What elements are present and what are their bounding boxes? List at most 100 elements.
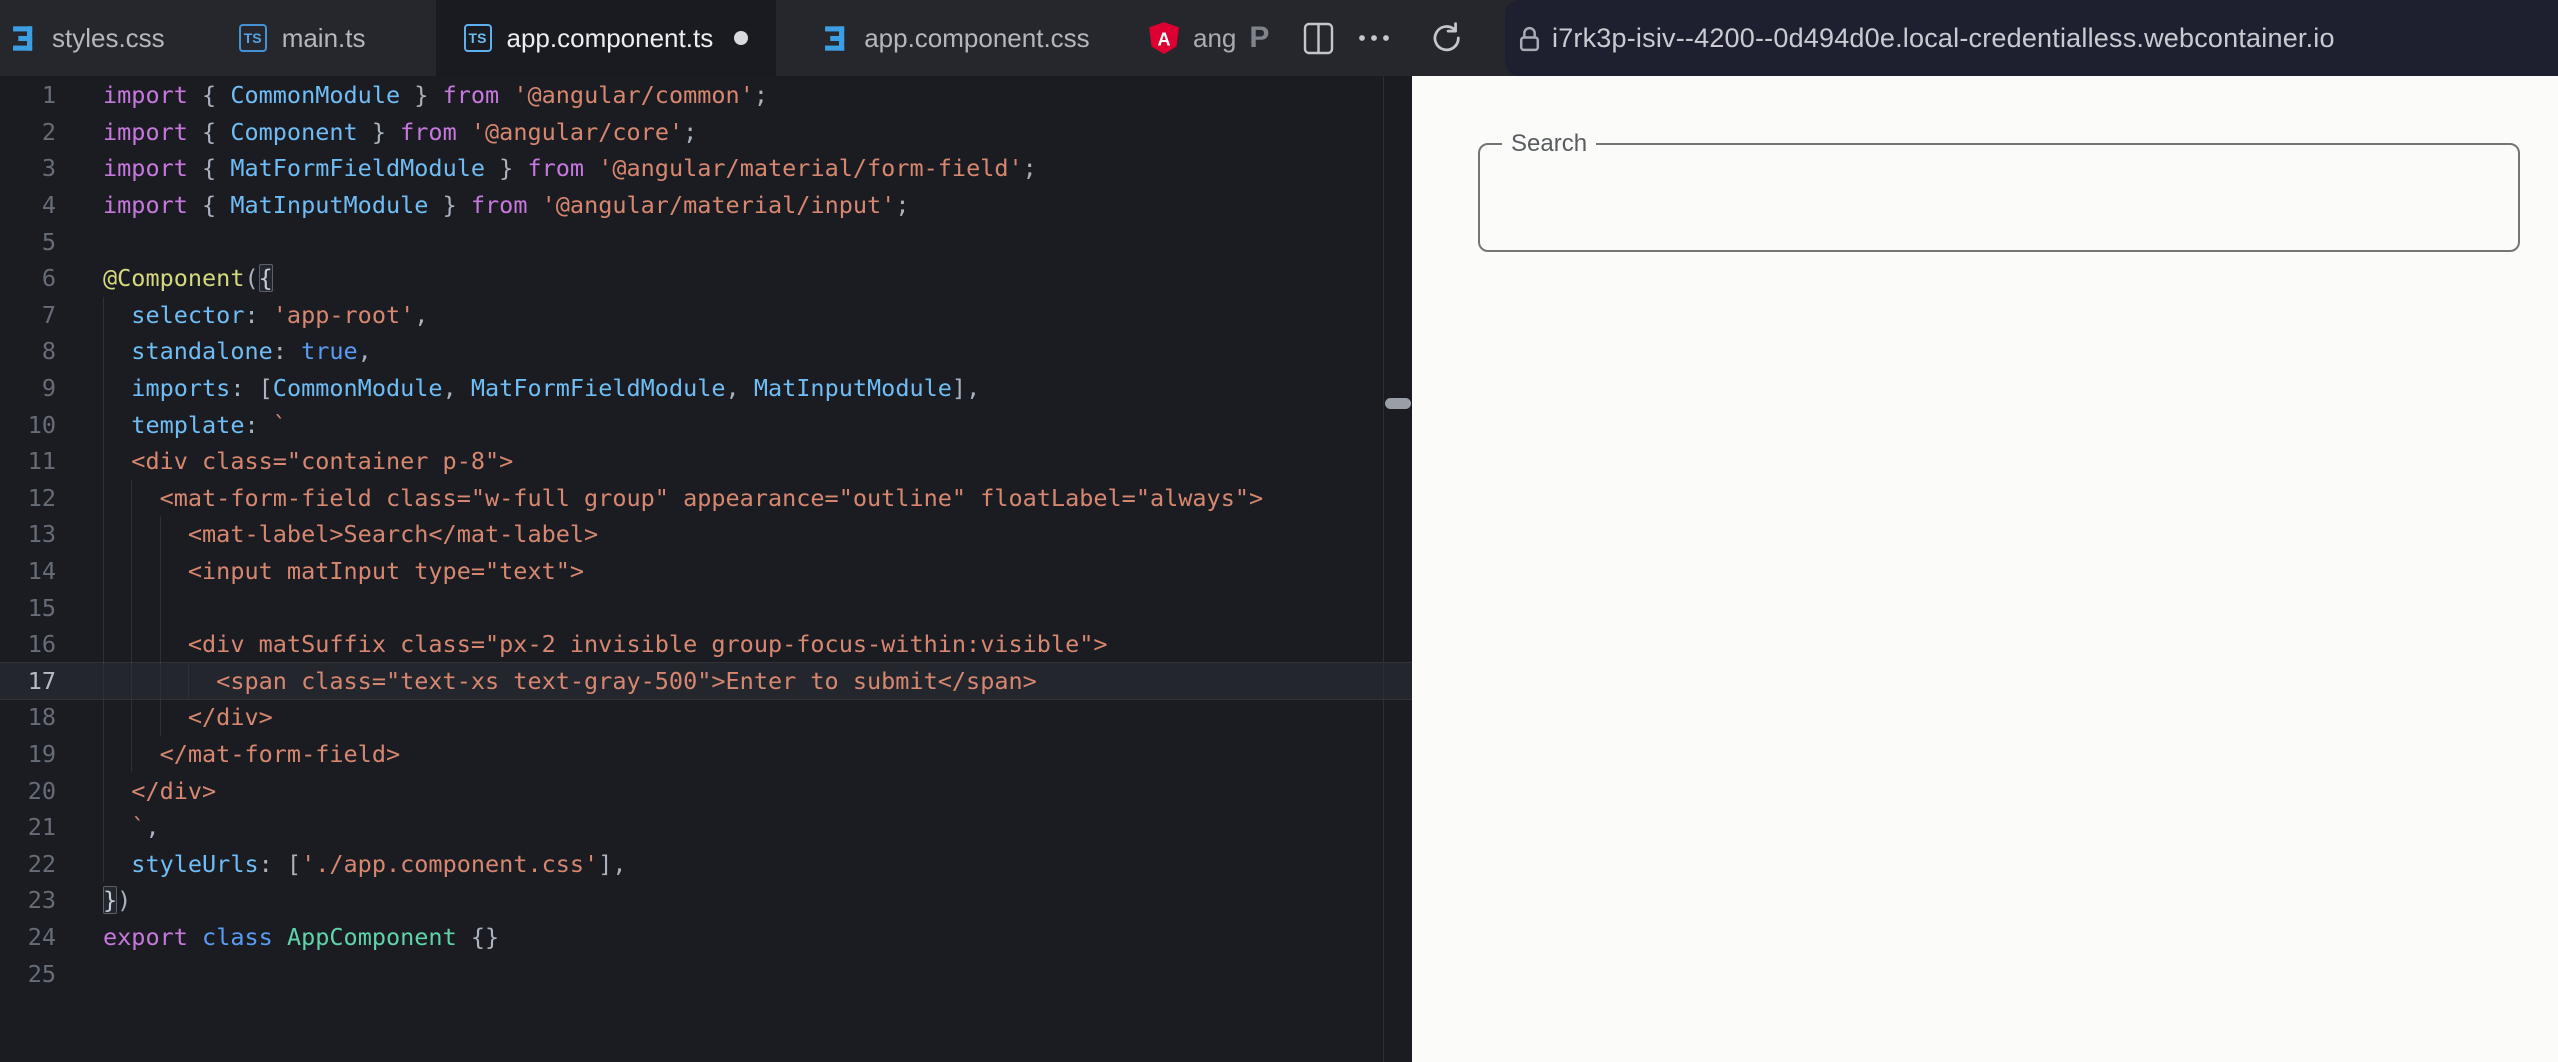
code-token: <mat-form-field class="w-full group" app… — [103, 483, 1264, 512]
code-token: import — [103, 191, 188, 220]
code-token: import — [103, 154, 188, 183]
tab-app.component.ts[interactable]: TS app.component.ts — [435, 0, 777, 76]
code-token: from — [527, 154, 585, 183]
split-view-icon — [1303, 21, 1334, 56]
code-token: ; — [753, 81, 769, 110]
typescript-icon: TS — [238, 24, 267, 52]
code-text: template: ` — [56, 411, 287, 439]
line-number: 13 — [27, 520, 56, 549]
code-line-19: 19 </mat-form-field> — [0, 735, 1412, 773]
project-area[interactable]: A ang P — [1148, 0, 1269, 76]
code-text: <mat-label>Search</mat-label> — [56, 520, 598, 548]
line-number: 4 — [41, 191, 56, 220]
line-number: 15 — [27, 593, 56, 622]
code-token: '@angular/material/form-field' — [598, 154, 1023, 183]
code-line-18: 18 </div> — [0, 699, 1412, 736]
code-line-21: 21 `, — [0, 808, 1412, 846]
code-text: `, — [56, 813, 160, 842]
tab-main.ts[interactable]: TS main.ts — [211, 0, 394, 76]
code-text: import { MatFormFieldModule } from '@ang… — [56, 154, 1037, 182]
code-line-16: 16 <div matSuffix class="px-2 invisible … — [0, 625, 1412, 663]
code-token: } — [103, 886, 118, 915]
code-text: import { MatInputModule } from '@angular… — [56, 191, 910, 219]
line-number: 12 — [27, 483, 56, 512]
code-line-22: 22 styleUrls: ['./app.component.css'], — [0, 845, 1412, 883]
code-token: : [ — [230, 374, 273, 403]
code-token: import — [103, 81, 188, 110]
code-token: <span class="text-xs text-gray-500">Ente… — [103, 666, 1037, 695]
code-token: ( — [244, 264, 259, 293]
code-token: CommonModule — [230, 81, 401, 110]
code-token: from — [442, 81, 500, 110]
line-number: 10 — [27, 410, 56, 439]
code-editor[interactable]: 1 import { CommonModule } from '@angular/… — [0, 76, 1412, 1062]
code-token: { — [187, 81, 231, 110]
refresh-button[interactable] — [1424, 0, 1468, 76]
search-input[interactable] — [1502, 159, 2500, 236]
line-number: 24 — [27, 922, 56, 951]
project-label: ang — [1193, 22, 1237, 53]
split-view-button[interactable] — [1296, 0, 1340, 76]
tab-label: main.ts — [281, 22, 366, 53]
code-token: styleUrls — [131, 849, 259, 878]
code-line-24: 24 export class AppComponent {} — [0, 919, 1412, 956]
tab-styles.css[interactable]: styles.css — [0, 0, 193, 76]
code-text: <mat-form-field class="w-full group" app… — [56, 483, 1264, 512]
code-token: Component — [230, 117, 358, 146]
code-line-1: 1 import { CommonModule } from '@angular/… — [0, 77, 1412, 114]
top-bar: styles.css TS main.ts TS app.component.ts app… — [0, 0, 2558, 76]
address-bar[interactable]: i7rk3p-isiv--4200--0d494d0e.local-creden… — [1505, 0, 2558, 76]
code-token: </mat-form-field> — [103, 739, 401, 768]
code-token: , — [145, 813, 160, 842]
code-line-23: 23}) — [0, 882, 1412, 919]
code-line-12: 12 <mat-form-field class="w-full group" … — [0, 479, 1412, 517]
code-token: <input matInput type="text"> — [103, 557, 585, 586]
css-icon — [822, 24, 849, 53]
code-text: </mat-form-field> — [56, 739, 401, 768]
code-token: { — [187, 117, 231, 146]
tab-label: app.component.ts — [506, 22, 714, 53]
code-token: from — [400, 117, 457, 146]
code-token: AppComponent — [286, 922, 457, 951]
code-text: import { CommonModule } from '@angular/c… — [56, 81, 768, 109]
overflow-menu-button[interactable] — [1352, 0, 1396, 76]
code-line-3: 3 import { MatFormFieldModule } from '@an… — [0, 150, 1412, 187]
svg-text:A: A — [1157, 29, 1170, 49]
unsaved-dot — [734, 31, 749, 45]
prettier-icon: P — [1249, 21, 1270, 54]
editor-scrollbar-track — [1383, 76, 1384, 1062]
code-token: , — [442, 374, 471, 403]
line-number: 5 — [41, 227, 56, 256]
code-token: { — [187, 191, 231, 220]
code-token: from — [470, 191, 528, 220]
pane-divider-handle[interactable] — [1385, 398, 1411, 409]
ellipsis-icon — [1356, 33, 1392, 43]
line-number: 11 — [27, 447, 56, 476]
code-token: <mat-label>Search</mat-label> — [103, 520, 599, 549]
angular-icon: A — [1148, 21, 1180, 55]
code-token: ) — [117, 886, 132, 915]
line-number: 25 — [27, 959, 56, 988]
line-number: 6 — [41, 264, 56, 293]
code-line-9: 9 imports: [CommonModule, MatFormFieldMo… — [0, 369, 1412, 407]
code-token: import — [103, 117, 188, 146]
code-token: template — [131, 410, 245, 439]
code-token: true — [301, 337, 358, 366]
line-number: 16 — [27, 630, 56, 659]
code-token: '@angular/common' — [513, 81, 754, 110]
code-token: ; — [1022, 154, 1037, 183]
code-token: : — [244, 300, 273, 329]
tab-app.component.css[interactable]: app.component.css — [794, 0, 1117, 76]
code-token: CommonModule — [272, 374, 443, 403]
code-text: import { Component } from '@angular/core… — [56, 118, 697, 146]
code-text: }) — [56, 886, 132, 915]
line-number: 9 — [41, 374, 56, 403]
code-token: '@angular/core' — [470, 117, 684, 146]
code-token: <div class="container p-8"> — [103, 447, 514, 476]
